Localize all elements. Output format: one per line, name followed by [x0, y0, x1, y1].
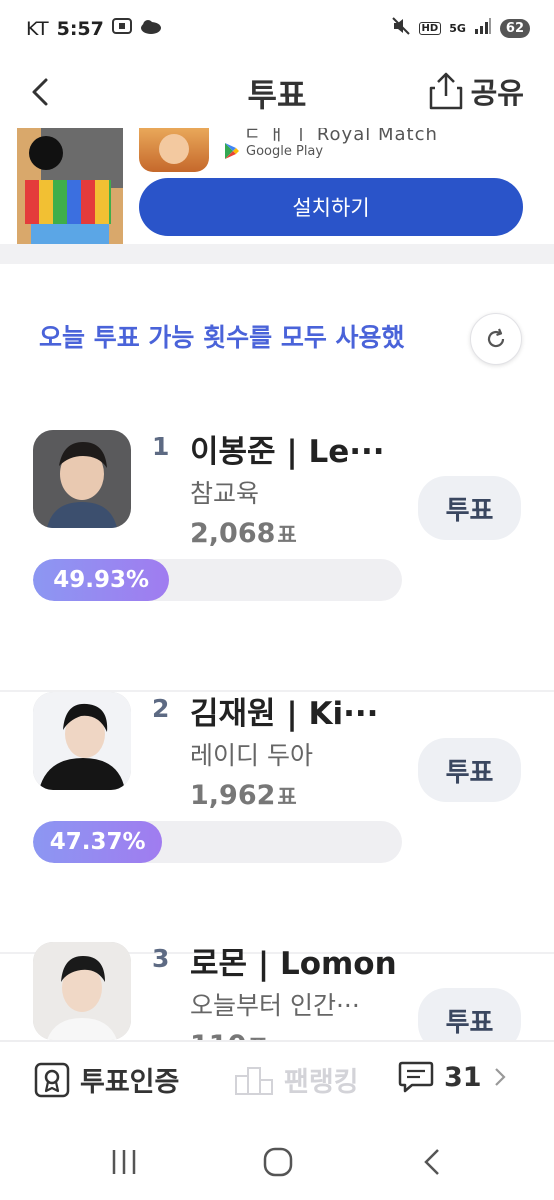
share-label: 공유: [470, 76, 524, 110]
candidate-name: 로몬 | Lomon: [190, 946, 397, 982]
carrier-label: KT: [26, 17, 49, 40]
app-header: 투표 공유: [0, 56, 554, 128]
system-navigation-bar: [0, 1122, 554, 1200]
vote-unit: 표: [248, 1031, 267, 1040]
section-divider: [0, 244, 554, 264]
vote-percent: 49.93%: [53, 567, 150, 593]
vote-unit: 표: [277, 523, 297, 547]
battery-indicator: 62: [499, 18, 530, 38]
vote-number: 2,068: [190, 518, 276, 549]
nav-back-icon: [424, 1149, 439, 1175]
network-label: 5G: [449, 21, 466, 35]
comment-count: 31: [444, 1061, 482, 1093]
vote-certify-button[interactable]: 투표인증: [34, 1060, 179, 1099]
cloud-icon: [140, 18, 162, 40]
podium-icon: [235, 1066, 273, 1095]
share-icon: [429, 72, 462, 110]
home-icon: [263, 1147, 293, 1177]
comments-button[interactable]: 31: [398, 1060, 508, 1094]
signal-icon: [474, 17, 492, 39]
candidate-name: 이봉준 | Le···: [190, 434, 385, 470]
nav-back-button[interactable]: [414, 1144, 454, 1180]
candidate-row: 3 로몬 | Lomon 오늘부터 인간··· 110표 투표: [0, 942, 554, 1040]
candidate-work: 오늘부터 인간···: [190, 991, 360, 1020]
refresh-icon: [487, 328, 505, 348]
rank-number: 1: [152, 432, 170, 461]
vote-certify-label: 투표인증: [80, 1067, 180, 1098]
bottom-action-bar: 투표인증 팬랭킹 31: [0, 1040, 554, 1122]
rank-number: 2: [152, 694, 170, 723]
vote-unit: 표: [277, 785, 297, 809]
screenshot-icon: [111, 17, 132, 40]
avatar: [33, 430, 131, 528]
candidate-row: 2 김재원 | Ki··· 레이디 두아 1,962 표 투표 47.37%: [0, 692, 554, 954]
avatar: [33, 942, 131, 1040]
google-play-icon: [225, 143, 239, 159]
fan-ranking-label: 팬랭킹: [284, 1067, 359, 1098]
ad-game-screenshot: [17, 128, 123, 244]
recent-apps-button[interactable]: [104, 1144, 144, 1180]
vote-count: 1,962 표: [190, 780, 297, 811]
chevron-right-icon: [494, 1068, 506, 1086]
vote-button[interactable]: 투표: [418, 476, 521, 540]
vote-percent: 47.37%: [49, 829, 146, 855]
candidate-work: 레이디 두아: [190, 741, 313, 770]
clock: 5:57: [56, 17, 104, 40]
avatar: [33, 692, 131, 790]
vote-number: 110: [190, 1030, 246, 1040]
vote-button[interactable]: 투표: [418, 738, 521, 802]
install-button[interactable]: 설치하기: [139, 178, 523, 236]
ad-store-badge: Google Play: [224, 142, 323, 160]
candidate-work: 참교육: [190, 479, 260, 508]
ad-app-icon: [139, 128, 209, 172]
ad-banner[interactable]: ㄷ ㅐ ㅣ Royal Match Google Play 설치하기: [0, 128, 554, 244]
vote-progress-bar: 49.93%: [33, 559, 402, 601]
candidate-name: 김재원 | Ki···: [190, 696, 379, 732]
vote-number: 1,962: [190, 780, 276, 811]
fan-ranking-button[interactable]: 팬랭킹: [234, 1060, 359, 1099]
hd-badge: HD: [418, 21, 442, 35]
comment-icon: [398, 1061, 434, 1093]
refresh-button[interactable]: [470, 313, 522, 365]
candidate-row: 1 이봉준 | Le··· 참교육 2,068 표 투표 49.93%: [0, 430, 554, 692]
vote-progress-bar: 47.37%: [33, 821, 402, 863]
recent-apps-icon: [112, 1150, 136, 1174]
vote-limit-notice: 오늘 투표 가능 횟수를 모두 사용했: [39, 323, 405, 352]
vote-count: 110표: [190, 1030, 268, 1040]
certificate-icon: [34, 1062, 70, 1097]
vote-button[interactable]: 투표: [418, 988, 521, 1040]
vote-count: 2,068 표: [190, 518, 297, 549]
rank-number: 3: [152, 944, 170, 973]
status-bar: KT 5:57 HD 5G 62: [0, 0, 554, 56]
home-button[interactable]: [258, 1144, 298, 1180]
store-label: Google Play: [246, 143, 324, 159]
share-button[interactable]: 공유: [429, 70, 524, 112]
mute-icon: [391, 16, 411, 40]
